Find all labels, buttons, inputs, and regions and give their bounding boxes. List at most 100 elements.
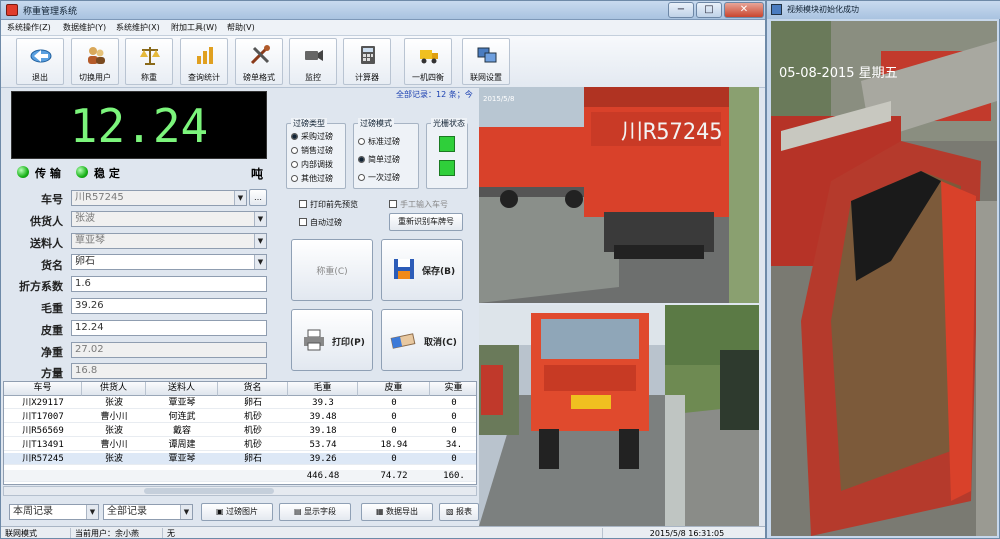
- chevron-down-icon[interactable]: ▼: [254, 234, 266, 248]
- menu-data[interactable]: 数据维护(Y): [63, 22, 106, 33]
- table-scrollbar[interactable]: [3, 486, 477, 496]
- plate-more-button[interactable]: …: [249, 189, 267, 206]
- minimize-button[interactable]: −: [668, 2, 694, 18]
- col-header-net[interactable]: 实重: [430, 382, 476, 396]
- window-title: 称重管理系统: [23, 7, 78, 17]
- radio-sales[interactable]: 销售过磅: [291, 145, 333, 156]
- radio-transfer[interactable]: 内部调拨: [291, 159, 333, 170]
- print-button[interactable]: 打印(P): [291, 309, 373, 371]
- table-row[interactable]: 川X29117 张波 覃亚琴 卵石 39.3 0 0: [4, 397, 476, 409]
- col-header-deliverer[interactable]: 送料人: [146, 382, 218, 396]
- statistics-label: 查询统计: [188, 73, 220, 82]
- deliverer-combo[interactable]: 覃亚琴 ▼: [71, 233, 267, 249]
- radio-standard[interactable]: 标准过磅: [358, 136, 400, 147]
- chevron-down-icon[interactable]: ▼: [86, 505, 98, 519]
- export-button[interactable]: ▦ 数据导出: [361, 503, 433, 521]
- table-row[interactable]: 川T17007 曹小川 何连武 机砂 39.48 0 0: [4, 411, 476, 423]
- table-row[interactable]: 川R57245 张波 覃亚琴 卵石 39.26 0 0: [4, 453, 476, 465]
- col-header-plate[interactable]: 车号: [4, 382, 82, 396]
- gross-input[interactable]: 39.26: [71, 298, 267, 314]
- camera-feed-4: 05-08-2015 星期五: [771, 21, 997, 536]
- network-settings-button[interactable]: 联网设置: [462, 38, 510, 85]
- monitor-button[interactable]: 监控: [289, 38, 337, 85]
- weigh-photo-button[interactable]: ▣ 过磅图片: [201, 503, 273, 521]
- switch-user-label: 切换用户: [79, 73, 111, 82]
- video-window-title-bar[interactable]: 视频模块初始化成功: [767, 1, 1000, 19]
- exit-label: 退出: [32, 73, 48, 82]
- radio-simple[interactable]: 简单过磅: [358, 154, 400, 165]
- chevron-down-icon[interactable]: ▼: [180, 505, 192, 519]
- weigh-button[interactable]: 称重(C): [291, 239, 373, 301]
- radio-purchase[interactable]: 采购过磅: [291, 131, 333, 142]
- save-button[interactable]: 保存(B): [381, 239, 463, 301]
- tare-input[interactable]: 12.24: [71, 320, 267, 336]
- ticket-format-button[interactable]: 磅单格式: [235, 38, 283, 85]
- menu-system[interactable]: 系统操作(Z): [7, 22, 51, 33]
- radio-off-icon: [358, 174, 365, 181]
- col-header-tare[interactable]: 皮重: [358, 382, 430, 396]
- title-bar[interactable]: 称重管理系统 − □ ✕: [1, 1, 765, 20]
- menu-maintenance[interactable]: 系统维护(X): [116, 22, 160, 33]
- calculator-button[interactable]: 计算器: [343, 38, 391, 85]
- chevron-down-icon[interactable]: ▼: [234, 191, 246, 205]
- time-filter-select[interactable]: 本周记录 ▼: [9, 504, 99, 520]
- four-scale-button[interactable]: 一机四衡: [404, 38, 452, 85]
- table-cell: 川R56569: [22, 426, 64, 436]
- print-preview-checkbox[interactable]: 打印前先预览: [299, 199, 358, 210]
- menu-help[interactable]: 帮助(V): [227, 22, 255, 33]
- table-cell: 39.48: [309, 412, 337, 422]
- exit-icon: [30, 49, 52, 63]
- printer-icon: [304, 329, 324, 351]
- scrollbar-thumb[interactable]: [144, 488, 274, 494]
- toolbar: 退出 切换用户 称重 查询统计 磅单格式 监控 计算器 一机四衡 联网设置: [1, 36, 765, 88]
- video-window-icon: [771, 4, 782, 15]
- save-icon: [394, 259, 414, 279]
- volume-input[interactable]: 16.8: [71, 363, 267, 379]
- report-icon: ▧: [445, 507, 457, 516]
- factor-input[interactable]: 1.6: [71, 276, 267, 292]
- chevron-down-icon[interactable]: ▼: [254, 255, 266, 269]
- record-filter-select[interactable]: 全部记录 ▼: [103, 504, 193, 520]
- maximize-button[interactable]: □: [696, 2, 722, 18]
- weigh-type-title: 过磅类型: [291, 118, 327, 129]
- table-cell: 0: [451, 398, 457, 408]
- switch-user-button[interactable]: 切换用户: [71, 38, 119, 85]
- exit-button[interactable]: 退出: [16, 38, 64, 85]
- status-bar: 联网模式 当前用户：余小燕 无 2015/5/8 16:31:05: [1, 526, 765, 538]
- weigh-toolbar-button[interactable]: 称重: [125, 38, 173, 85]
- report-button[interactable]: ▧ 报表: [439, 503, 479, 521]
- cancel-button[interactable]: 取消(C): [381, 309, 463, 371]
- show-fields-button[interactable]: ▤ 显示字段: [279, 503, 351, 521]
- switch-user-icon: [88, 47, 105, 64]
- print-preview-label: 打印前先预览: [310, 200, 358, 209]
- goods-combo[interactable]: 卵石 ▼: [71, 254, 267, 270]
- light-status-title: 光栅状态: [431, 118, 467, 129]
- manual-plate-checkbox[interactable]: 手工输入车号: [389, 199, 448, 210]
- camera-1-image: 川R57245 2015/5/8: [479, 87, 759, 303]
- recognize-plate-button[interactable]: 重新识别车牌号: [389, 213, 463, 231]
- calculator-icon: [361, 46, 375, 64]
- radio-once[interactable]: 一次过磅: [358, 172, 400, 183]
- auto-weigh-checkbox[interactable]: 自动过磅: [299, 217, 342, 228]
- table-row[interactable]: 川R56569 张波 戴容 机砂 39.18 0 0: [4, 425, 476, 437]
- menu-tools[interactable]: 附加工具(W): [171, 22, 217, 33]
- table-cell: 39.3: [312, 398, 334, 408]
- radio-other[interactable]: 其他过磅: [291, 173, 333, 184]
- statistics-button[interactable]: 查询统计: [180, 38, 228, 85]
- net-label: 净重: [41, 346, 63, 359]
- checkbox-icon: [299, 200, 307, 208]
- chevron-down-icon[interactable]: ▼: [254, 212, 266, 226]
- main-window: 称重管理系统 − □ ✕ 系统操作(Z) 数据维护(Y) 系统维护(X) 附加工…: [0, 0, 766, 539]
- save-button-label: 保存(B): [422, 267, 456, 277]
- plate-combo[interactable]: 川R57245 ▼: [71, 190, 247, 206]
- col-header-goods[interactable]: 货名: [218, 382, 288, 396]
- table-cell: 0: [391, 398, 397, 408]
- close-button[interactable]: ✕: [724, 2, 764, 18]
- radio-simple-label: 简单过磅: [368, 155, 400, 164]
- table-row[interactable]: 川T13491 曹小川 谭周建 机砂 53.74 18.94 34.: [4, 439, 476, 451]
- weigh-photo-label: 过磅图片: [226, 507, 259, 516]
- supplier-combo[interactable]: 张波 ▼: [71, 211, 267, 227]
- col-header-supplier[interactable]: 供货人: [82, 382, 146, 396]
- col-header-gross[interactable]: 毛重: [288, 382, 358, 396]
- net-input[interactable]: 27.02: [71, 342, 267, 358]
